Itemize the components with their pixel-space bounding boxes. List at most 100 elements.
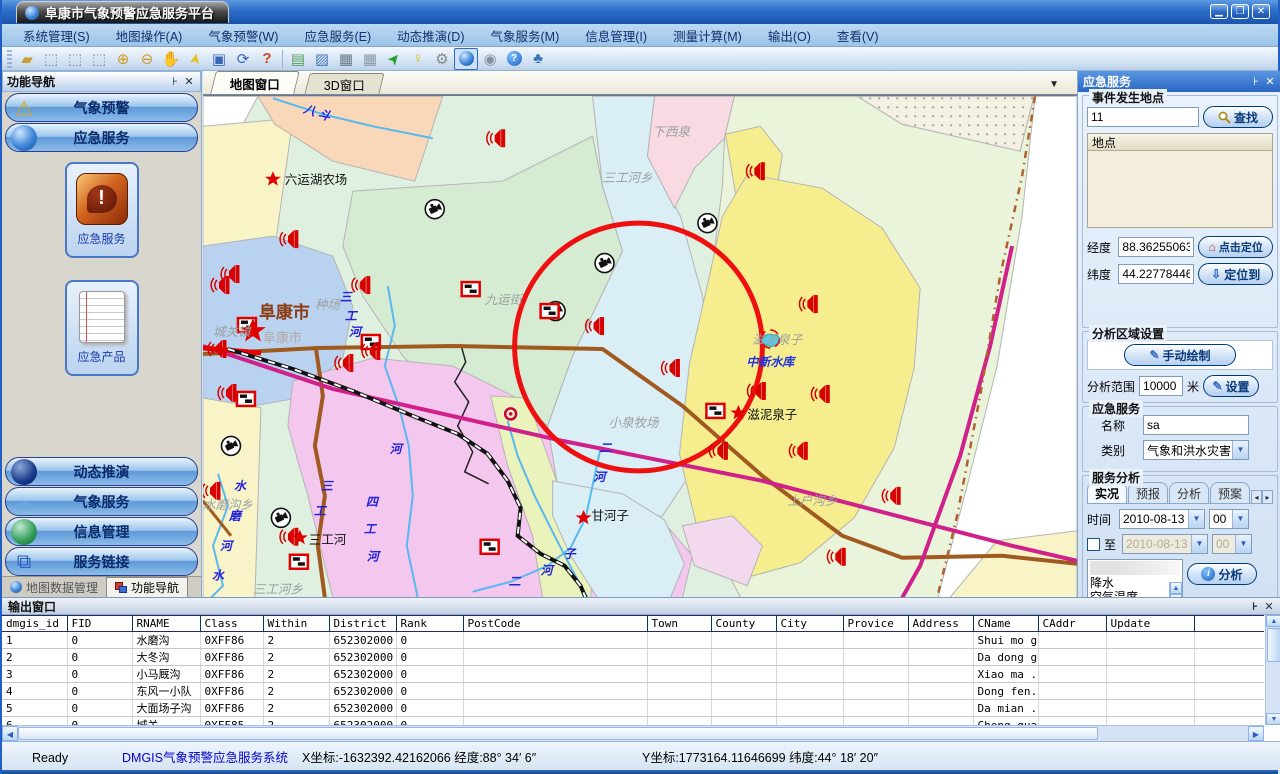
tab-map-data-management[interactable]: 地图数据管理 [2,577,106,597]
scroll-up-icon[interactable]: ▲ [1170,582,1182,594]
search-button[interactable]: 查找 [1203,106,1273,128]
measure-ruler-icon[interactable]: ▰ [15,48,39,70]
restore-button[interactable]: ❐ [1231,4,1249,19]
column-header[interactable]: Within [263,616,329,632]
column-header[interactable]: Class [200,616,263,632]
menu-item-5[interactable]: 动态推演(D) [384,23,477,48]
refresh-icon[interactable]: ⟳ [231,48,255,70]
select-polygon-icon[interactable]: ⬚ [39,48,63,70]
scroll-down-icon[interactable]: ▼ [1266,713,1280,725]
start-date-select[interactable]: 2010-08-13 ▼ [1119,509,1205,529]
click-locate-button[interactable]: ⌂ 点击定位 [1198,236,1273,258]
table-row[interactable]: 50大面场子沟0XFF8626523020000Da mian ... [2,700,1264,717]
service-type-select[interactable]: 气象和洪水灾害 ▼ [1143,440,1249,460]
column-header[interactable]: Rank [396,616,463,632]
nav-group-气象预警[interactable]: ⚠气象预警 [5,93,198,122]
column-header[interactable]: City [776,616,843,632]
chevron-down-icon[interactable]: ▼ [1232,441,1248,459]
range-input[interactable] [1139,376,1183,396]
menu-item-10[interactable]: 查看(V) [824,23,892,48]
analyze-button[interactable]: i 分析 [1187,563,1257,585]
full-extent-icon[interactable]: ▣ [207,48,231,70]
column-header[interactable]: dmgis_id [2,616,67,632]
globe-tool-icon[interactable] [454,48,478,70]
map-canvas[interactable]: 八 斗六运湖农场三工河乡下西泉九运街种场阜康市城关镇阜康市滋泥泉子中新水库滋泥泉… [203,95,1077,597]
printer-icon[interactable]: ▦ [334,48,358,70]
svc-tab-预案[interactable]: 预案 [1210,482,1250,503]
nav-group-动态推演[interactable]: 动态推演 [5,457,198,486]
column-header[interactable] [1194,616,1264,632]
eye-visibility-icon[interactable]: ◉ [478,48,502,70]
set-range-button[interactable]: ✎ 设置 [1203,375,1259,397]
list-item[interactable]: 空气温度 [1088,590,1182,597]
menu-item-6[interactable]: 气象服务(M) [478,23,573,48]
tabstrip-dropdown-icon[interactable]: ▼ [1049,79,1059,90]
column-header[interactable]: Provice [843,616,908,632]
table-row[interactable]: 60城关0XFF8526523020000Cheng guan [2,717,1264,726]
goto-location-button[interactable]: ⇩ 定位到 [1198,263,1273,285]
tab-function-navigation[interactable]: 功能导航 [106,577,188,597]
emergency-product-button[interactable]: 应急产品 [65,280,139,376]
close-button[interactable]: ✕ [1252,4,1270,19]
select-rectangle-icon[interactable]: ⬚ [63,48,87,70]
menu-item-2[interactable]: 地图操作(A) [103,23,196,48]
settings-gear-icon[interactable]: ⚙ [430,48,454,70]
emergency-service-button[interactable]: ! 应急服务 [65,162,139,258]
column-header[interactable]: District [329,616,396,632]
nav-group-信息管理[interactable]: 信息管理 [5,517,198,546]
column-header[interactable]: Town [647,616,711,632]
menu-item-1[interactable]: 系统管理(S) [10,23,103,48]
pin-icon[interactable]: ⊦ [1248,600,1262,613]
table-row[interactable]: 10水磨沟0XFF8626523020000Shui mo gou [2,632,1264,649]
nav-group-服务链接[interactable]: ⧉服务链接 [5,547,198,576]
scrollbar-thumb[interactable] [18,727,1098,740]
table-row[interactable]: 20大冬沟0XFF8626523020000Da dong gou [2,649,1264,666]
place-list[interactable]: 地点 [1087,133,1273,228]
pointer-arrow-icon[interactable]: ➤ [182,45,208,72]
chevron-down-icon[interactable]: ▼ [1232,510,1248,528]
menu-item-8[interactable]: 测量计算(M) [660,23,755,48]
help-icon[interactable]: ? [502,48,526,70]
column-header[interactable]: Address [908,616,973,632]
tab-3d-window[interactable]: 3D窗口 [304,73,384,94]
export-image-icon[interactable]: ▤ [286,48,310,70]
column-header[interactable]: CName [973,616,1038,632]
scrollbar-thumb[interactable] [1267,628,1280,662]
pan-hand-icon[interactable]: ✋ [159,48,183,70]
minimize-button[interactable]: ▁ [1210,4,1228,19]
nav-group-气象服务[interactable]: ☁气象服务 [5,487,198,516]
list-item[interactable]: 降水 [1088,576,1182,590]
menu-item-3[interactable]: 气象预警(W) [195,23,291,48]
pin-icon[interactable]: ⊦ [168,75,182,88]
column-header[interactable]: PostCode [463,616,647,632]
column-header[interactable]: County [711,616,776,632]
service-name-input[interactable] [1143,415,1249,435]
column-header[interactable]: FID [67,616,132,632]
chevron-down-icon[interactable]: ▼ [1188,510,1204,528]
tab-scroll-right-icon[interactable]: ▸ [1262,490,1273,504]
svc-tab-分析[interactable]: 分析 [1169,482,1209,503]
zoom-out-icon[interactable]: ⊖ [135,48,159,70]
pin-icon[interactable]: ⊦ [1249,75,1263,88]
scroll-up-icon[interactable]: ▲ [1266,615,1280,627]
manual-draw-button[interactable]: ✎ 手动绘制 [1124,344,1236,366]
scene-view-icon[interactable]: ▨ [310,48,334,70]
element-listbox[interactable]: 降水空气温度▲ ▼ [1087,559,1183,597]
yellow-pin-icon[interactable]: ♀ [406,48,430,70]
menu-item-7[interactable]: 信息管理(I) [572,23,660,48]
green-pointer-icon[interactable]: ➤ [378,42,410,75]
to-checkbox[interactable] [1087,538,1100,551]
horizontal-scrollbar[interactable]: ◀ ▶ [2,725,1264,741]
column-header[interactable]: Update [1106,616,1194,632]
identify-icon[interactable]: ? [255,48,279,70]
close-icon[interactable]: ✕ [1263,75,1277,88]
select-circle-icon[interactable]: ⬚ [87,48,111,70]
table-row[interactable]: 40东风一小队0XFF8626523020000Dong fen... [2,683,1264,700]
menu-item-9[interactable]: 输出(O) [755,23,824,48]
menu-item-4[interactable]: 应急服务(E) [291,23,384,48]
latitude-input[interactable] [1118,264,1194,284]
export-tree-icon[interactable]: ♣ [526,48,550,70]
scroll-right-icon[interactable]: ▶ [1248,726,1264,741]
start-hour-select[interactable]: 00 ▼ [1209,509,1249,529]
zoom-in-icon[interactable]: ⊕ [111,48,135,70]
